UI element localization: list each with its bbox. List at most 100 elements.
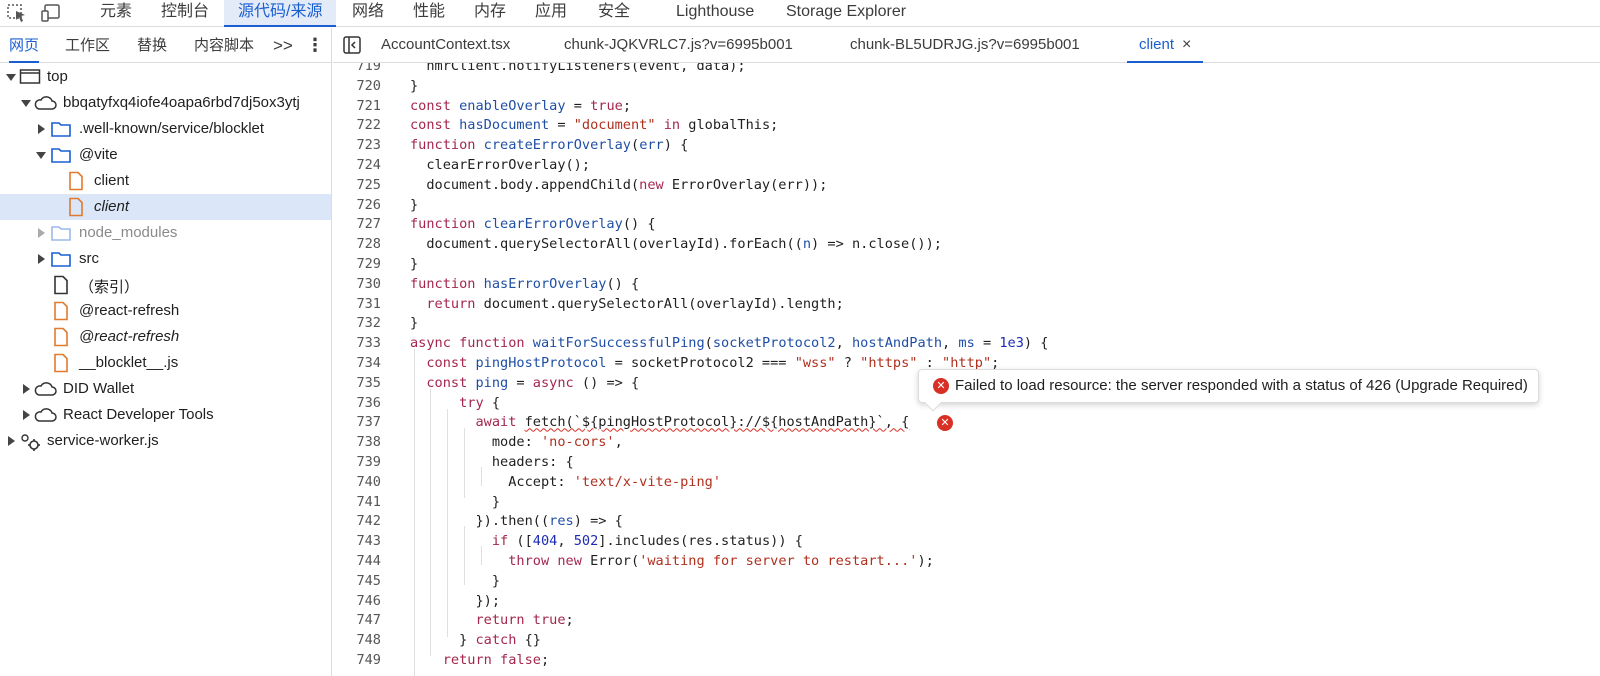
editor-tab-strip: AccountContext.tsx chunk-JQKVRLC7.js?v=6… bbox=[333, 28, 1600, 63]
chevron-right-icon[interactable] bbox=[38, 254, 45, 264]
inspect-element-icon[interactable] bbox=[6, 3, 28, 23]
code-line: 743 if ([404, 502].includes(res.status))… bbox=[356, 533, 803, 550]
code-line: 726} bbox=[356, 196, 419, 213]
tree-item-label: client bbox=[94, 172, 130, 189]
chevron-down-icon[interactable] bbox=[21, 100, 31, 107]
tree-item-extension[interactable]: DID Wallet bbox=[0, 376, 331, 402]
code-line: 737 await fetch(`${pingHostProtocol}://$… bbox=[356, 414, 910, 431]
tab-overrides[interactable]: 替换 bbox=[137, 28, 167, 63]
code-line: 720} bbox=[356, 77, 419, 94]
device-toolbar-icon[interactable] bbox=[40, 3, 62, 23]
tab-page[interactable]: 网页 bbox=[9, 28, 40, 63]
editor-tab[interactable]: chunk-JQKVRLC7.js?v=6995b001 bbox=[564, 28, 793, 63]
tree-item-file[interactable]: @react-refresh bbox=[0, 324, 331, 350]
tree-item-domain[interactable]: bbqatyfxq4iofe4oapa6rbd7dj5ox3ytj bbox=[0, 90, 331, 116]
navigator-tabs: 网页 工作区 替换 内容脚本 >> ⋮ bbox=[0, 28, 331, 63]
cloud-icon bbox=[34, 96, 57, 110]
tree-item-label: service-worker.js bbox=[47, 432, 159, 449]
code-line: 745 } bbox=[356, 572, 501, 589]
code-line: 747 return true; bbox=[356, 612, 574, 629]
chevron-down-icon[interactable] bbox=[36, 152, 46, 159]
devtools-main-toolbar: 元素 控制台 源代码/来源 网络 性能 内存 应用 安全 Lighthouse … bbox=[0, 0, 1600, 27]
tree-item-folder[interactable]: @vite bbox=[0, 142, 331, 168]
code-line: 731 return document.querySelectorAll(ove… bbox=[356, 295, 844, 312]
tab-console[interactable]: 控制台 bbox=[147, 0, 223, 27]
tab-security[interactable]: 安全 bbox=[584, 0, 644, 27]
tree-item-file[interactable]: @react-refresh bbox=[0, 298, 331, 324]
tree-item-label: top bbox=[47, 68, 68, 85]
code-line: 728 document.querySelectorAll(overlayId)… bbox=[356, 236, 942, 253]
tree-item-folder[interactable]: node_modules bbox=[0, 220, 331, 246]
chevron-right-icon[interactable] bbox=[8, 436, 15, 446]
chevron-right-icon[interactable] bbox=[23, 384, 30, 394]
chevron-right-icon[interactable] bbox=[38, 124, 45, 134]
tab-storage-explorer[interactable]: Storage Explorer bbox=[772, 0, 920, 27]
tree-item-label: @react-refresh bbox=[79, 328, 180, 345]
tree-item-file[interactable]: client bbox=[0, 168, 331, 194]
editor-tab-active[interactable]: client × bbox=[1127, 28, 1204, 63]
cloud-icon bbox=[34, 382, 57, 396]
tab-workspace[interactable]: 工作区 bbox=[65, 28, 110, 63]
tree-item-service-worker[interactable]: service-worker.js bbox=[0, 428, 331, 454]
code-line: 746 }); bbox=[356, 592, 501, 609]
code-line: 733 async function waitForSuccessfulPing(… bbox=[356, 335, 1049, 352]
folder-icon bbox=[51, 226, 71, 241]
close-icon[interactable]: × bbox=[1182, 36, 1191, 53]
code-line: 725 document.body.appendChild(new ErrorO… bbox=[356, 176, 828, 193]
tree-item-label: （索引） bbox=[79, 279, 140, 296]
file-icon bbox=[54, 301, 68, 321]
tree-item-label: @react-refresh bbox=[79, 302, 180, 319]
chevron-right-icon[interactable] bbox=[23, 410, 30, 420]
tree-item-label: .well-known/service/blocklet bbox=[79, 120, 265, 137]
code-line: 723 function createErrorOverlay(err) { bbox=[356, 137, 689, 154]
tree-item-document[interactable]: （索引） bbox=[0, 272, 331, 298]
tab-application[interactable]: 应用 bbox=[521, 0, 581, 27]
code-line: 748 } catch {} bbox=[356, 632, 541, 649]
code-line: 738 mode: 'no-cors', bbox=[356, 434, 623, 451]
error-icon[interactable]: ✕ bbox=[937, 415, 953, 431]
tab-elements[interactable]: 元素 bbox=[86, 0, 146, 27]
file-icon bbox=[69, 171, 83, 191]
file-icon bbox=[54, 353, 68, 373]
tab-performance[interactable]: 性能 bbox=[399, 0, 459, 27]
sources-navigator: 网页 工作区 替换 内容脚本 >> ⋮ top bbqatyfxq4iofe4o… bbox=[0, 28, 332, 676]
tab-sources[interactable]: 源代码/来源 bbox=[224, 0, 337, 27]
editor-tab[interactable]: chunk-BL5UDRJG.js?v=6995b001 bbox=[850, 28, 1080, 63]
file-icon bbox=[54, 327, 68, 347]
tree-item-label: client bbox=[94, 198, 130, 215]
code-line: 740 Accept: 'text/x-vite-ping' bbox=[356, 473, 722, 490]
code-line: 739 headers: { bbox=[356, 454, 574, 470]
tree-item-file-selected[interactable]: client bbox=[0, 194, 331, 220]
error-tooltip: ✕ Failed to load resource: the server re… bbox=[918, 369, 1539, 412]
tree-item-folder[interactable]: .well-known/service/blocklet bbox=[0, 116, 331, 142]
file-icon bbox=[69, 197, 83, 217]
code-line: 730 function hasErrorOverlay() { bbox=[356, 275, 640, 292]
folder-icon bbox=[51, 122, 71, 137]
folder-icon bbox=[51, 148, 71, 163]
tab-network[interactable]: 网络 bbox=[338, 0, 398, 27]
chevron-right-icon[interactable] bbox=[38, 228, 45, 238]
editor-tab[interactable]: AccountContext.tsx bbox=[381, 28, 510, 63]
cloud-icon bbox=[34, 408, 57, 422]
more-tabs-button[interactable]: >> bbox=[273, 28, 293, 63]
tab-memory[interactable]: 内存 bbox=[460, 0, 520, 27]
tab-lighthouse[interactable]: Lighthouse bbox=[662, 0, 768, 27]
tree-item-extension[interactable]: React Developer Tools bbox=[0, 402, 331, 428]
folder-icon bbox=[51, 252, 71, 267]
tab-content-scripts[interactable]: 内容脚本 bbox=[194, 28, 254, 63]
toggle-navigator-icon[interactable] bbox=[343, 36, 361, 54]
chevron-down-icon[interactable] bbox=[6, 74, 16, 81]
code-line: 722 const hasDocument = "document" in glo… bbox=[356, 117, 779, 134]
code-line: 744 throw new Error('waiting for server … bbox=[356, 553, 934, 569]
tree-item-file[interactable]: __blocklet__.js bbox=[0, 350, 331, 376]
navigator-menu-icon[interactable]: ⋮ bbox=[306, 28, 324, 63]
code-line: 749 return false; bbox=[356, 652, 550, 668]
tree-item-top[interactable]: top bbox=[0, 64, 331, 90]
code-line: 742 }).then((res) => { bbox=[356, 513, 623, 530]
code-line: 741 } bbox=[356, 493, 501, 510]
tree-item-folder[interactable]: src bbox=[0, 246, 331, 272]
error-message: Failed to load resource: the server resp… bbox=[955, 377, 1528, 394]
code-line: 724 clearErrorOverlay(); bbox=[356, 157, 591, 173]
tree-item-label: React Developer Tools bbox=[63, 406, 214, 423]
error-icon: ✕ bbox=[933, 378, 949, 394]
